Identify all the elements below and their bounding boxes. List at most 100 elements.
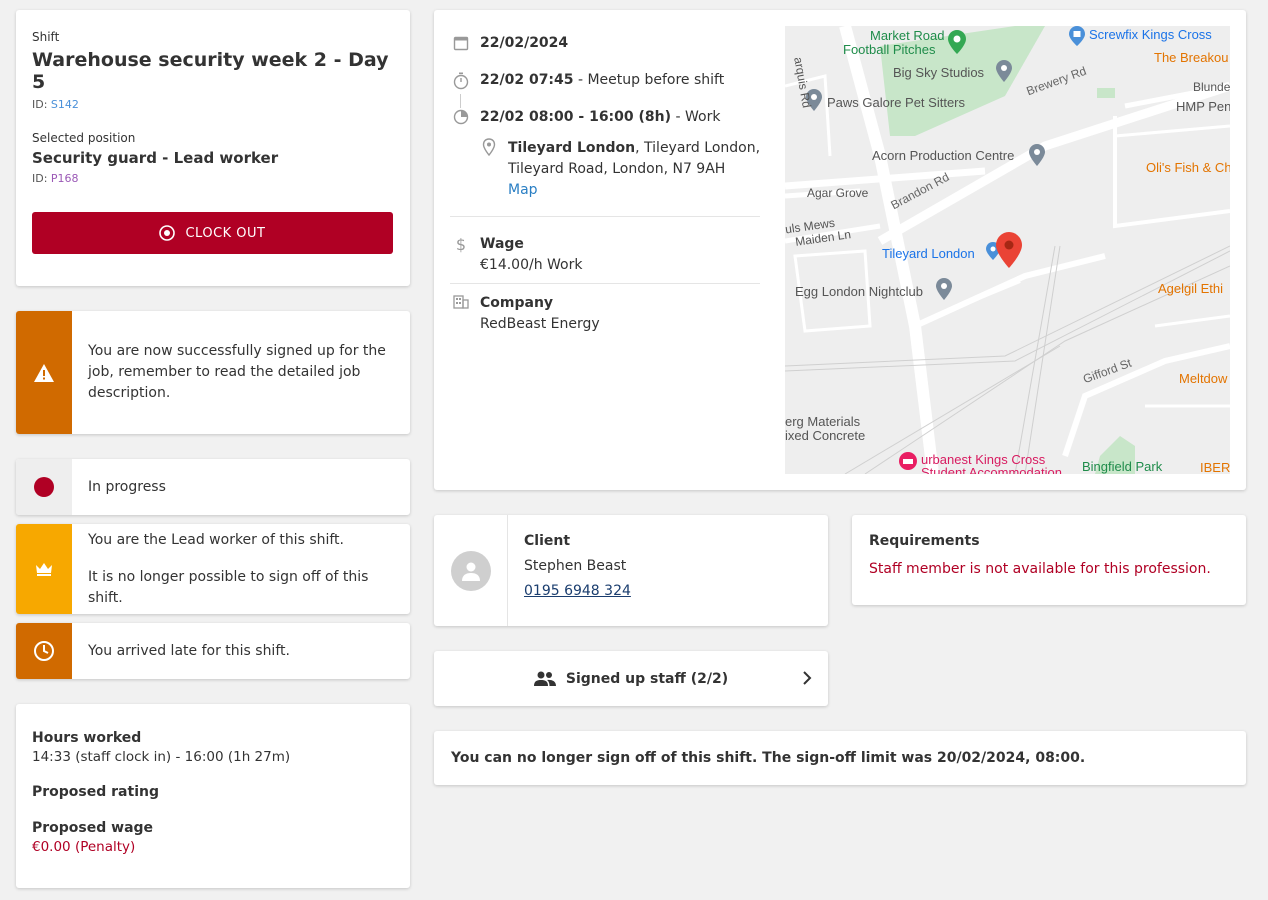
shift-id: ID: S142 [32, 98, 394, 111]
shift-id-prefix: ID: [32, 98, 51, 111]
location-map[interactable]: Market Road Football Pitches Screwfix Ki… [785, 26, 1230, 474]
wage-label: Wage [480, 236, 524, 252]
map-label-tileyard: Tileyard London [882, 246, 975, 261]
proposed-rating-label: Proposed rating [32, 784, 159, 800]
shift-title: Warehouse security week 2 - Day 5 [32, 49, 389, 93]
company-label: Company [480, 295, 554, 311]
timeline-connector [460, 94, 461, 108]
shift-details-card: 22/02/2024 22/02 07:45 - Meetup before s… [434, 10, 1246, 490]
requirements-card: Requirements Staff member is not availab… [852, 515, 1246, 605]
meetup-time: 22/02 07:45 [480, 72, 574, 88]
status-dot-icon [34, 477, 54, 497]
late-text: You arrived late for this shift. [88, 642, 290, 659]
map-pin-icon [1029, 144, 1045, 166]
clock-icon [34, 641, 54, 661]
map-label-breakout: The Breakou [1154, 50, 1229, 65]
signed-up-text: You are now successfully signed up for t… [88, 343, 386, 401]
hours-card: Hours worked 14:33 (staff clock in) - 16… [16, 704, 410, 888]
late-alert: You arrived late for this shift. [16, 623, 410, 679]
map-label-big-sky: Big Sky Studios [893, 65, 985, 80]
map-label-football: Football Pitches [843, 42, 936, 57]
map-label-materials-2: ixed Concrete [785, 428, 866, 443]
shift-date: 22/02/2024 [480, 35, 569, 51]
map-pin-icon [948, 30, 966, 54]
client-phone-link[interactable]: 0195 6948 324 [524, 583, 631, 599]
wage-row: $ Wage €14.00/h Work [452, 234, 583, 276]
work-time: 22/02 08:00 - 16:00 (8h) [480, 109, 672, 125]
proposed-wage-label: Proposed wage [32, 820, 154, 836]
work-text: - Work [671, 109, 721, 125]
hotel-pin-icon [899, 452, 917, 470]
map-pin-icon [936, 278, 952, 300]
status-strip [16, 459, 72, 515]
avatar [450, 550, 491, 591]
map-label-egg: Egg London Nightclub [795, 284, 923, 299]
signoff-notice-card: You can no longer sign off of this shift… [434, 731, 1246, 785]
map-pin-icon [996, 60, 1012, 82]
lead-line-1: You are the Lead worker of this shift. [88, 531, 344, 548]
alert-strip [16, 311, 72, 434]
chevron-right-icon [803, 671, 812, 685]
shift-label: Shift [32, 30, 60, 44]
divider [450, 283, 760, 284]
person-icon [461, 562, 480, 581]
map-label-urbanest-2: Student Accommodation [921, 465, 1062, 474]
position-id: ID: P168 [32, 172, 394, 185]
client-label: Client [524, 533, 571, 549]
client-avatar-wrap [434, 515, 508, 626]
map-label-paws: Paws Galore Pet Sitters [827, 95, 965, 110]
status-alert: In progress [16, 459, 410, 515]
location-pin-icon [482, 138, 496, 156]
position-id-prefix: ID: [32, 172, 51, 185]
map-label-agar: Agar Grove [807, 186, 869, 200]
divider [450, 216, 760, 217]
crown-icon [36, 563, 52, 576]
map-shop-pin-icon [1069, 26, 1085, 46]
hours-worked-value: 14:33 (staff clock in) - 16:00 (1h 27m) [32, 749, 291, 765]
requirements-label: Requirements [869, 533, 980, 549]
map-label-market-road: Market Road [870, 28, 945, 43]
map-label-acorn: Acorn Production Centre [872, 148, 1015, 163]
lead-text: You are the Lead worker of this shift. I… [72, 524, 410, 614]
lead-line-2: It is no longer possible to sign off of … [88, 568, 369, 606]
company-row: Company RedBeast Energy [452, 293, 600, 335]
wage-value: €14.00/h Work [480, 257, 583, 273]
location-marker-icon [996, 232, 1022, 268]
time-progress-icon [453, 109, 469, 125]
map-link[interactable]: Map [508, 182, 538, 198]
clock-out-button[interactable]: CLOCK OUT [32, 212, 393, 254]
map-label-hmp: HMP Pen [1176, 99, 1230, 114]
position-id-value: P168 [50, 172, 79, 185]
company-value: RedBeast Energy [480, 316, 600, 332]
map-label-materials-1: erg Materials [785, 414, 861, 429]
calendar-icon [453, 36, 469, 51]
meetup-row: 22/02 07:45 - Meetup before shift [452, 72, 724, 90]
date-row: 22/02/2024 [452, 35, 568, 51]
map-label-meltdown: Meltdow [1179, 371, 1228, 386]
map-label-iber: IBER [1200, 460, 1230, 474]
position-title: Security guard - Lead worker [32, 149, 279, 167]
late-strip [16, 623, 72, 679]
location-name: Tileyard London [508, 140, 636, 156]
warning-icon [34, 363, 54, 382]
lead-strip [16, 524, 72, 614]
group-icon [533, 671, 556, 686]
shift-id-value: S142 [50, 98, 79, 111]
client-name: Stephen Beast [524, 558, 627, 574]
dollar-icon: $ [455, 235, 467, 254]
stopwatch-icon [453, 72, 469, 90]
proposed-wage-value: €0.00 (Penalty) [32, 839, 136, 855]
map-label-screwfix: Screwfix Kings Cross [1089, 27, 1212, 42]
map-label-bingfield: Bingfield Park [1082, 459, 1163, 474]
location-address: Tileyard Road, London, N7 9AH [508, 161, 726, 177]
lead-worker-alert: You are the Lead worker of this shift. I… [16, 524, 410, 614]
requirements-value: Staff member is not available for this p… [869, 561, 1211, 577]
signed-up-staff-button[interactable]: Signed up staff (2/2) [434, 651, 828, 706]
stop-circle-icon [159, 225, 176, 241]
location-rest: , Tileyard London, [635, 140, 761, 156]
position-label: Selected position [32, 131, 136, 145]
location-row: Tileyard London, Tileyard London, Tileya… [480, 138, 760, 201]
client-card: Client Stephen Beast 0195 6948 324 [434, 515, 828, 626]
work-time-row: 22/02 08:00 - 16:00 (8h) - Work [452, 109, 720, 125]
clock-out-label: CLOCK OUT [185, 225, 266, 241]
